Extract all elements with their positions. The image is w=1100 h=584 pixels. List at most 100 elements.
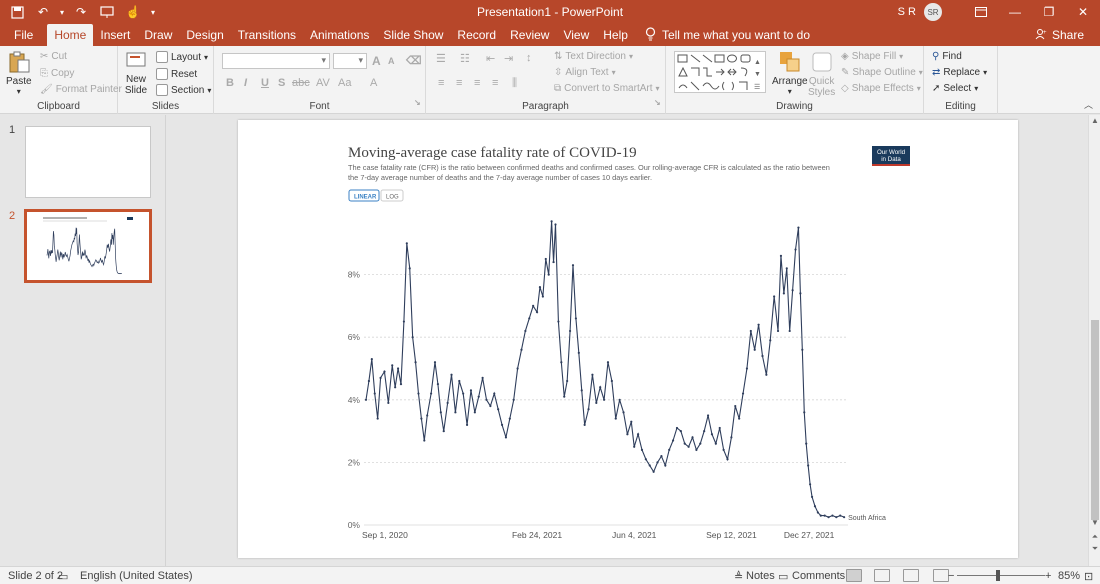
slide-sorter-view-button[interactable]	[874, 569, 890, 582]
tab-help[interactable]: Help	[596, 24, 635, 46]
close-icon[interactable]: ✕	[1066, 0, 1100, 24]
strikethrough-button[interactable]: abc	[292, 77, 310, 89]
new-slide-button[interactable]: New Slide	[124, 48, 148, 96]
copy-button[interactable]: ⎘ Copy	[40, 68, 74, 79]
shapes-gallery[interactable]: ▲ ▼ ☰	[674, 51, 766, 93]
reset-label: Reset	[171, 68, 198, 80]
line-spacing-icon[interactable]: ↕	[526, 52, 532, 64]
shape-effects-button[interactable]: ◇ Shape Effects ▾	[841, 83, 921, 94]
notes-button[interactable]: Notes	[746, 570, 775, 582]
quick-styles-icon	[812, 52, 832, 72]
notes-icon[interactable]: ≜	[734, 570, 743, 583]
select-button[interactable]: ➚ Select ▾	[932, 83, 978, 94]
quick-styles-button[interactable]: Quick Styles	[808, 50, 835, 98]
comments-button[interactable]: Comments	[792, 570, 845, 582]
collapse-ribbon-icon[interactable]: ︿	[1084, 98, 1093, 111]
bullets-icon[interactable]: ☰	[436, 52, 446, 65]
scroll-down-icon[interactable]: ▼	[1089, 517, 1100, 529]
zoom-slider-thumb[interactable]	[996, 570, 1000, 581]
character-spacing-icon[interactable]: AV	[316, 77, 330, 89]
grow-font-button[interactable]: A	[372, 54, 381, 68]
tell-me-box[interactable]: Tell me what you want to do	[645, 24, 810, 46]
normal-view-button[interactable]	[846, 569, 862, 582]
format-painter-button[interactable]: 🖌 Format Painter	[40, 84, 122, 95]
tab-design[interactable]: Design	[179, 24, 230, 46]
tab-transitions[interactable]: Transitions	[231, 24, 303, 46]
text-direction-button[interactable]: ⇅ Text Direction ▾	[554, 51, 633, 62]
font-name-combo[interactable]	[222, 53, 330, 69]
font-size-combo[interactable]	[333, 53, 367, 69]
align-center-icon[interactable]: ≡	[456, 77, 462, 89]
reset-button[interactable]: Reset	[156, 68, 197, 80]
ribbon-display-options-icon[interactable]	[964, 0, 998, 24]
copy-icon: ⎘	[40, 68, 48, 79]
zoom-level[interactable]: 85%	[1058, 570, 1080, 582]
slide-thumbnail-2[interactable]	[24, 209, 152, 283]
layout-button[interactable]: Layout ▾	[156, 51, 208, 63]
justify-icon[interactable]: ≡	[492, 77, 498, 89]
slide-show-view-button[interactable]	[933, 569, 949, 582]
zoom-in-button[interactable]: +	[1045, 570, 1051, 582]
section-button[interactable]: Section ▾	[156, 84, 211, 96]
underline-button[interactable]: U	[261, 77, 269, 89]
numbering-icon[interactable]: ☷	[460, 52, 470, 65]
status-bar: Slide 2 of 2 ▭ English (United States) ≜…	[0, 566, 1100, 584]
tab-record[interactable]: Record	[450, 24, 503, 46]
tab-draw[interactable]: Draw	[137, 24, 179, 46]
tab-home[interactable]: Home	[47, 24, 94, 46]
decrease-indent-icon[interactable]: ⇤	[486, 52, 495, 65]
find-button[interactable]: ⚲ Find	[932, 51, 962, 62]
restore-icon[interactable]: ❐	[1032, 0, 1066, 24]
data-point	[550, 220, 553, 223]
minimize-icon[interactable]: —	[998, 0, 1032, 24]
cut-button[interactable]: ✂ Cut	[40, 51, 67, 62]
zoom-out-button[interactable]: −	[948, 570, 954, 582]
bold-button[interactable]: B	[226, 77, 234, 89]
vertical-scrollbar[interactable]: ▲ ▼ ⏶ ⏷	[1088, 115, 1100, 566]
zoom-slider-track[interactable]	[957, 575, 1045, 576]
shadow-button[interactable]: S	[278, 77, 285, 89]
arrange-button[interactable]: Arrange ▾	[772, 50, 808, 96]
align-right-icon[interactable]: ≡	[474, 77, 480, 89]
data-point	[535, 311, 539, 314]
slide-thumbnail-1[interactable]	[25, 126, 151, 198]
scrollbar-thumb[interactable]	[1091, 320, 1099, 520]
next-slide-icon[interactable]: ⏷	[1089, 543, 1100, 555]
align-text-button[interactable]: ⇳ Align Text ▾	[554, 67, 616, 78]
tab-view[interactable]: View	[556, 24, 596, 46]
share-button[interactable]: + Share	[1035, 24, 1084, 46]
align-left-icon[interactable]: ≡	[438, 77, 444, 89]
shrink-font-button[interactable]: A	[388, 56, 395, 66]
scale-toggle[interactable]: LINEAR LOG	[348, 189, 404, 202]
convert-smartart-button[interactable]: ⧉ Convert to SmartArt ▾	[554, 83, 660, 94]
tab-review[interactable]: Review	[503, 24, 556, 46]
language-indicator[interactable]: English (United States)	[80, 570, 193, 582]
tab-insert[interactable]: Insert	[93, 24, 137, 46]
data-point	[610, 379, 613, 383]
paintbrush-icon: 🖌	[40, 84, 53, 95]
tab-file[interactable]: File	[0, 24, 47, 46]
increase-indent-icon[interactable]: ⇥	[504, 52, 513, 65]
svg-text:▲: ▲	[754, 59, 761, 66]
shape-outline-button[interactable]: ✎ Shape Outline ▾	[841, 67, 923, 78]
data-point	[408, 267, 411, 270]
comments-icon[interactable]: ▭	[778, 570, 788, 583]
font-color-icon[interactable]: A	[370, 77, 377, 89]
accessibility-icon[interactable]: ▭	[58, 570, 68, 583]
scroll-up-icon[interactable]: ▲	[1089, 115, 1100, 127]
paste-button[interactable]: Paste ▾	[6, 50, 32, 96]
shape-fill-button[interactable]: ◈ Shape Fill ▾	[841, 51, 903, 62]
italic-button[interactable]: I	[244, 77, 247, 89]
linear-toggle-label: LINEAR	[354, 195, 377, 201]
slide-canvas[interactable]: Moving-average case fatality rate of COV…	[238, 120, 1018, 558]
tab-animations[interactable]: Animations	[303, 24, 376, 46]
columns-icon[interactable]: ⫼	[512, 77, 517, 90]
avatar[interactable]: SR	[924, 3, 942, 21]
fit-slide-icon[interactable]: ⊡	[1084, 570, 1093, 583]
previous-slide-icon[interactable]: ⏶	[1089, 531, 1100, 543]
change-case-button[interactable]: Aa	[338, 77, 351, 89]
clear-formatting-icon[interactable]: ⌫	[406, 54, 422, 67]
replace-button[interactable]: ⇄ Replace ▾	[932, 67, 987, 78]
tab-slide-show[interactable]: Slide Show	[376, 24, 450, 46]
reading-view-button[interactable]	[903, 569, 919, 582]
